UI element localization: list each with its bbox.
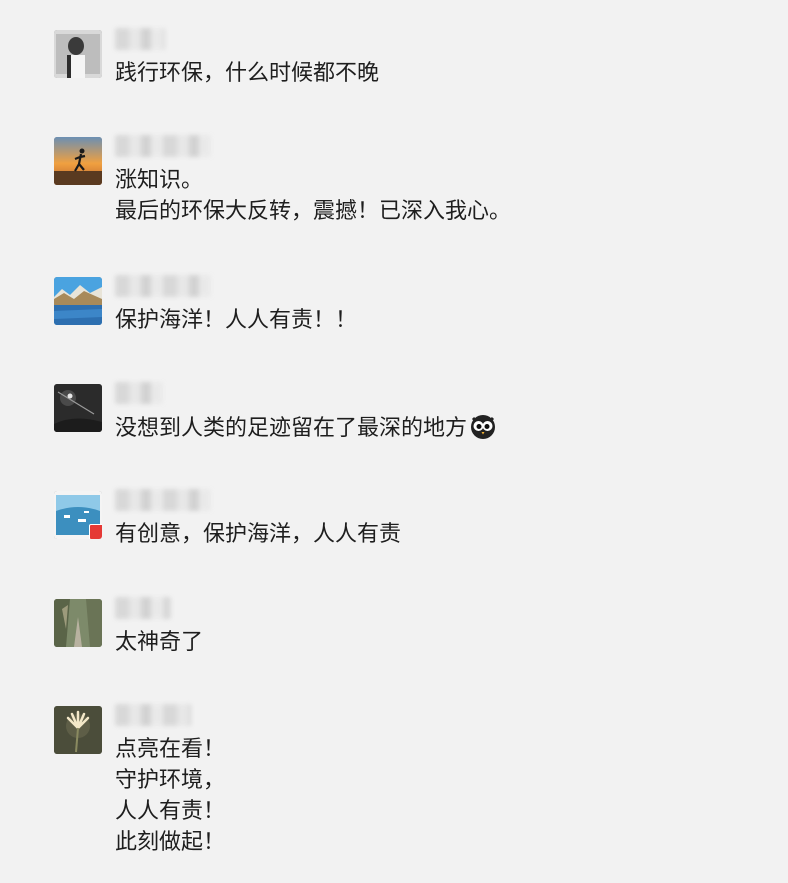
comment-line: 点亮在看！ [115, 737, 226, 762]
username-redacted [115, 489, 211, 511]
username-redacted [115, 28, 165, 50]
comment-line: 人人有责！ [115, 799, 226, 824]
username-redacted [115, 275, 211, 297]
comment-line: 保护海洋！人人有责！！ [115, 308, 358, 333]
comment-line: 涨知识。 [115, 168, 204, 193]
comment-text: 太神奇了 [115, 627, 203, 658]
avatar[interactable] [54, 30, 102, 78]
avatar[interactable] [54, 599, 102, 647]
avatar[interactable] [54, 491, 102, 539]
comment-text: 践行环保，什么时候都不晚 [115, 58, 379, 89]
comment-line: 没想到人类的足迹留在了最深的地方 [115, 412, 497, 449]
username-redacted [115, 382, 163, 404]
username-redacted [115, 704, 191, 726]
comment-text: 有创意，保护海洋，人人有责 [115, 519, 401, 550]
username-redacted [115, 597, 171, 619]
comment-line: 守护环境， [115, 768, 226, 793]
comment-text: 保护海洋！人人有责！！ [115, 305, 357, 336]
avatar-image [54, 30, 102, 78]
comment-line: 有创意，保护海洋，人人有责 [115, 522, 402, 547]
comment-line: 最后的环保大反转，震撼！已深入我心。 [115, 199, 512, 224]
avatar[interactable] [54, 706, 102, 754]
flag-badge-icon [89, 524, 102, 539]
avatar[interactable] [54, 137, 102, 185]
avatar-image [54, 599, 102, 647]
comment-line: 践行环保，什么时候都不晚 [115, 61, 380, 86]
comment-text: 涨知识。 最后的环保大反转，震撼！已深入我心。 [115, 165, 511, 227]
comment-line: 此刻做起！ [115, 830, 226, 855]
comment-line-text: 没想到人类的足迹留在了最深的地方 [115, 416, 468, 441]
avatar[interactable] [54, 277, 102, 325]
comment-text: 点亮在看！ 守护环境， 人人有责！ 此刻做起！ [115, 734, 225, 858]
avatar-image [54, 706, 102, 754]
avatar-image [54, 137, 102, 185]
avatar-image [54, 384, 102, 432]
avatar[interactable] [54, 384, 102, 432]
comment-text: 没想到人类的足迹留在了最深的地方 [115, 412, 497, 449]
username-redacted [115, 135, 211, 157]
owl-emoji-icon [469, 412, 497, 449]
comment-line: 太神奇了 [115, 630, 204, 655]
avatar-image [54, 277, 102, 325]
